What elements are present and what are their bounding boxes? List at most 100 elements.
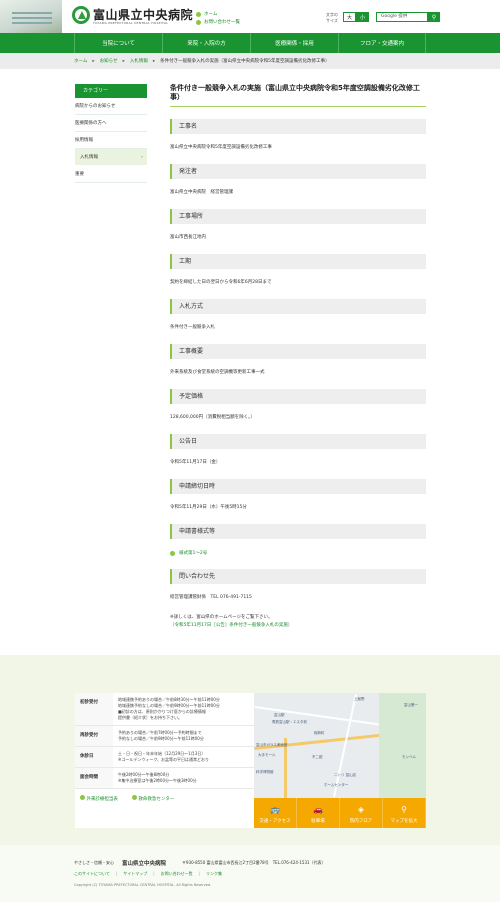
section-text: 契約を締結した日の翌日から令和6年6月28日まで — [170, 280, 272, 285]
logo-subtitle: TOYAMA PREFECTURAL CENTRAL HOSPITAL — [93, 21, 169, 25]
link-label: ホーム — [204, 12, 218, 17]
section-heading: 工事概要 — [170, 344, 426, 359]
footer-link-contact[interactable]: お問い合わせ一覧 — [161, 871, 193, 877]
outpatient-schedule-link[interactable]: 外来診療担当表 — [80, 795, 118, 802]
label: 採用情報 — [75, 138, 93, 143]
tagline: やさしさ・信頼・安心 — [74, 860, 114, 865]
section-heading: 問い合わせ先 — [170, 569, 426, 584]
form-download-link[interactable]: 様式第1～2号 — [170, 549, 426, 557]
enlarge-map-button[interactable]: ⚲ マップを拡大 — [383, 798, 426, 828]
label: 院内フロア — [349, 819, 373, 824]
footer-address: 〒930-8550 富山県富山市西長江2丁目2番78号 TEL.076-424-… — [182, 860, 326, 865]
hours-table: 初診受付 地域連携予約ありの場合／午前8時30分～午前11時00分 地域連携予約なし… — [75, 693, 254, 828]
section-heading: 申請書様式等 — [170, 524, 426, 539]
map-label: ホームセンター — [324, 783, 349, 787]
parking-button[interactable]: 🚗 駐車場 — [297, 798, 340, 828]
breadcrumb-current: 条件付き一般競争入札の実施（富山県立中央病院令和5年度空調設備劣化改修工事） — [160, 59, 330, 64]
font-small-button[interactable]: 小 — [356, 12, 369, 22]
breadcrumb-home[interactable]: ホーム — [74, 58, 87, 64]
search-button[interactable]: ⚲ — [428, 12, 440, 22]
section-text: 富山市西長江地内 — [170, 235, 206, 240]
breadcrumb-bids[interactable]: 入札情報 — [130, 58, 148, 64]
section-text: 条件付き一般競争入札 — [170, 325, 215, 330]
hours-row: 再診受付 予約ありの場合／午前7時00分～予約時間まで 予約なしの場合／午前9時00… — [75, 726, 254, 747]
section-heading: 発注者 — [170, 164, 426, 179]
label: 病院からのお知らせ — [75, 104, 116, 109]
nav-about[interactable]: 当院について — [74, 33, 162, 53]
label: 様式第1～2号 — [179, 551, 208, 556]
map-label: 電鉄富山駅・エスタ前 — [272, 720, 307, 724]
car-icon: 🚗 — [313, 805, 323, 814]
bus-icon: 🚌 — [270, 805, 280, 814]
map-label: 富山第一 — [404, 703, 418, 707]
home-link[interactable]: ホーム — [196, 11, 217, 17]
sidebar-item-recruit[interactable]: 採用情報 — [75, 132, 147, 149]
note-text: ※詳しくは、富山県のホームページをご覧下さい。 — [170, 615, 273, 620]
nav-medical-recruit[interactable]: 医療関係・採用 — [250, 33, 338, 53]
map-label: 富山駅 — [274, 713, 285, 717]
label: 外来診療担当表 — [86, 797, 118, 802]
nav-visitors[interactable]: 来院・入院の方 — [162, 33, 250, 53]
sidebar-item-important[interactable]: 重要 — [75, 166, 147, 183]
sidebar-item-medical[interactable]: 医療関係の方へ — [75, 115, 147, 132]
search-input[interactable]: Google 提供 — [376, 12, 428, 22]
search-icon: ⚲ — [431, 13, 437, 21]
font-large-button[interactable]: 大 — [343, 12, 356, 22]
label: 救命救急センター — [138, 797, 175, 802]
label: 駐車場 — [311, 819, 325, 824]
page-title: 条件付き一般競争入札の実施（富山県立中央病院令和5年度空調設備劣化改修工事） — [170, 84, 426, 107]
footer-link-links[interactable]: リンク集 — [206, 871, 222, 877]
hours-label: 休診日 — [75, 747, 113, 767]
hours-line: ※ゴールデンウィーク、お盆等の平日は通常どおり — [118, 757, 209, 762]
separator: ▸ — [122, 58, 125, 64]
hours-row: 面会時間 午後2時00分～午後8時00分 ※集中治療室は午後2時00分～午後3時00… — [75, 768, 254, 789]
logo-icon[interactable] — [72, 6, 90, 24]
section-text: 外来系統及び食堂系統の空調機等更新工事一式 — [170, 370, 265, 375]
footer-identity: やさしさ・信頼・安心 富山県立中央病院 〒930-8550 富山県富山市西長江2丁目… — [74, 859, 326, 867]
label: 重要 — [75, 172, 84, 177]
map-label: ニトリ 富山店 — [334, 773, 357, 777]
label: 交通・アクセス — [259, 819, 291, 824]
section-text: 令和5年11月17日（金） — [170, 460, 221, 465]
breadcrumb-news[interactable]: お知らせ — [100, 58, 118, 64]
bullet-icon — [196, 11, 201, 17]
map-label: 大手モール — [258, 753, 276, 757]
contact-list-link[interactable]: お問い合わせ一覧 — [196, 19, 240, 25]
bullet-icon — [196, 19, 201, 25]
map-label: 富山市ガラス美術館 — [256, 743, 288, 747]
sidebar-item-hospital-news[interactable]: 病院からのお知らせ — [75, 98, 147, 115]
hours-label: 面会時間 — [75, 768, 113, 788]
nav-floor-access[interactable]: フロア・交通案内 — [338, 33, 426, 53]
hours-row: 初診受付 地域連携予約ありの場合／午前8時30分～午前11時00分 地域連携予約なし… — [75, 693, 254, 726]
emergency-center-link[interactable]: 救命救急センター — [131, 795, 175, 802]
note-link[interactable]: （令和5年11月17日［公告］条件付き一般競争入札の実施） — [170, 622, 426, 630]
footer-link-sitemap[interactable]: サイトマップ — [123, 871, 147, 877]
section-heading: 工期 — [170, 254, 426, 269]
section-heading: 予定価格 — [170, 389, 426, 404]
bullet-icon — [131, 795, 137, 800]
map-label: 稲荷町 — [314, 731, 325, 735]
note: ※詳しくは、富山県のホームページをご覧下さい。 （令和5年11月17日［公告］条件… — [170, 614, 426, 630]
label: 医療関係の方へ — [75, 121, 107, 126]
hours-label: 初診受付 — [75, 693, 113, 725]
bullet-icon — [170, 550, 175, 556]
hours-row: 休診日 土・日・祝日・年末年始（12月29日～1月3日） ※ゴールデンウィーク、お盆… — [75, 747, 254, 768]
section-text: 富山県立中央病院令和5年度空調設備劣化改修工事 — [170, 145, 272, 150]
floor-button[interactable]: ◈ 院内フロア — [340, 798, 383, 828]
sidebar-item-bids[interactable]: 入札情報 › — [75, 149, 147, 166]
map[interactable]: 富山駅 電鉄富山駅・エスタ前 稲荷町 富山市ガラス美術館 大手モール 科学博物館… — [254, 693, 426, 828]
hours-label: 再診受付 — [75, 726, 113, 746]
map-label: 科学博物館 — [256, 770, 274, 774]
map-label: 上飯野 — [354, 697, 365, 701]
link-label: お問い合わせ一覧 — [204, 20, 240, 25]
section-heading: 入札方式 — [170, 299, 426, 314]
footer-link-about[interactable]: このサイトについて — [74, 871, 110, 877]
section-text: 経営管理課管財係 TEL 076-491-7115 — [170, 595, 252, 600]
separator: ▸ — [152, 58, 156, 64]
map-label: 不二越 — [312, 755, 323, 759]
access-button[interactable]: 🚌 交通・アクセス — [254, 798, 297, 828]
bullet-icon — [80, 795, 85, 800]
section-text: 令和5年11月29日（水）午後5時15分 — [170, 505, 247, 510]
section-text: 128,600,000円（消費税相当額を除く。） — [170, 415, 255, 420]
main-nav: 当院について 来院・入院の方 医療関係・採用 フロア・交通案内 — [0, 33, 500, 53]
